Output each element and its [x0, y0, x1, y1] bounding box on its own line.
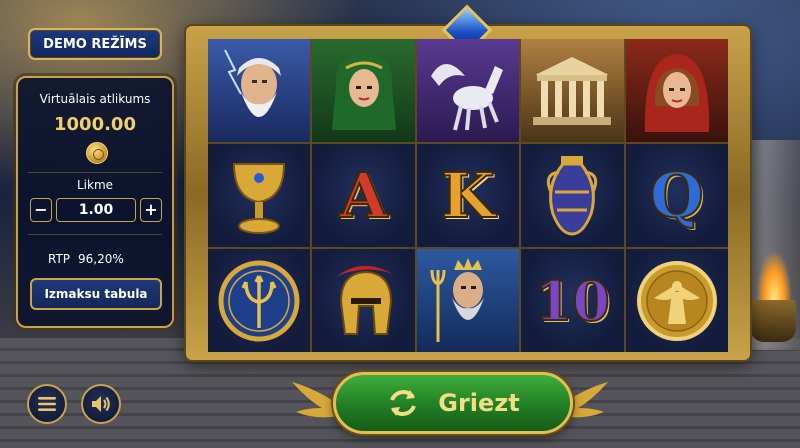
symbol-letter-a: A — [312, 144, 415, 247]
winged-goddess-coin-icon — [636, 260, 717, 341]
rtp-label: RTP — [48, 252, 71, 266]
balance-value: 1000.00 — [54, 114, 136, 135]
amphora-icon — [547, 155, 598, 236]
hamburger-menu-icon — [38, 397, 56, 411]
letter-k: K — [440, 158, 496, 232]
coin-icon — [86, 142, 108, 164]
letter-a: A — [339, 158, 389, 232]
sound-button[interactable] — [81, 384, 121, 424]
zeus-icon — [224, 49, 282, 117]
symbol-poseidon — [416, 249, 520, 352]
letter-q: Q — [649, 158, 705, 232]
symbol-golden-chalice — [208, 144, 311, 247]
brazier — [750, 300, 796, 342]
spin-button[interactable]: Griezt — [333, 372, 573, 434]
symbol-green-haired-goddess — [312, 39, 415, 142]
divider — [28, 234, 162, 235]
trident-shield-icon — [218, 260, 300, 341]
bet-stepper: − 1.00 + — [30, 198, 162, 222]
symbol-spartan-helmet — [312, 249, 415, 352]
symbol-pegasus — [416, 39, 520, 142]
reel-frame: A K Q 10 — [186, 4, 750, 360]
hooded-goddess-icon — [644, 53, 709, 132]
bet-value: 1.00 — [56, 198, 136, 222]
symbol-trident-shield — [208, 249, 311, 352]
refresh-arrows-icon — [390, 390, 417, 416]
symbol-letter-k: K — [416, 144, 520, 247]
reel-grid: A K Q 10 — [208, 39, 728, 352]
rtp-row: RTP 96,20% — [48, 252, 124, 266]
rtp-value: 96,20% — [78, 252, 124, 266]
symbol-greek-amphora — [521, 144, 624, 247]
demo-mode-badge[interactable]: DEMO REŽĪMS — [28, 28, 162, 60]
symbol-greek-temple — [521, 39, 624, 142]
bet-label: Likme — [76, 178, 114, 192]
menu-button[interactable] — [27, 384, 67, 424]
poseidon-icon — [430, 257, 484, 342]
symbol-letter-q: Q — [625, 144, 728, 247]
info-panel: Virtuālais atlikums 1000.00 Likme − 1.00… — [16, 76, 174, 328]
bet-decrease-button[interactable]: − — [30, 198, 52, 222]
symbol-zeus — [208, 39, 311, 142]
bet-increase-button[interactable]: + — [140, 198, 162, 222]
number-ten: 10 — [534, 268, 611, 333]
pegasus-icon — [430, 63, 503, 130]
speaker-icon — [92, 396, 110, 412]
spartan-helmet-icon — [334, 265, 393, 335]
paytable-button[interactable]: Izmaksu tabula — [30, 278, 162, 310]
temple-icon — [533, 56, 612, 125]
symbol-winged-goddess-coin — [625, 249, 728, 352]
balance-label: Virtuālais atlikums — [39, 92, 151, 106]
symbol-number-ten: 10 — [521, 249, 624, 352]
spin-label: Griezt — [438, 389, 520, 417]
goddess-icon — [331, 53, 396, 130]
symbol-red-hooded-goddess — [625, 39, 728, 142]
divider — [28, 172, 162, 173]
chalice-icon — [233, 162, 286, 234]
